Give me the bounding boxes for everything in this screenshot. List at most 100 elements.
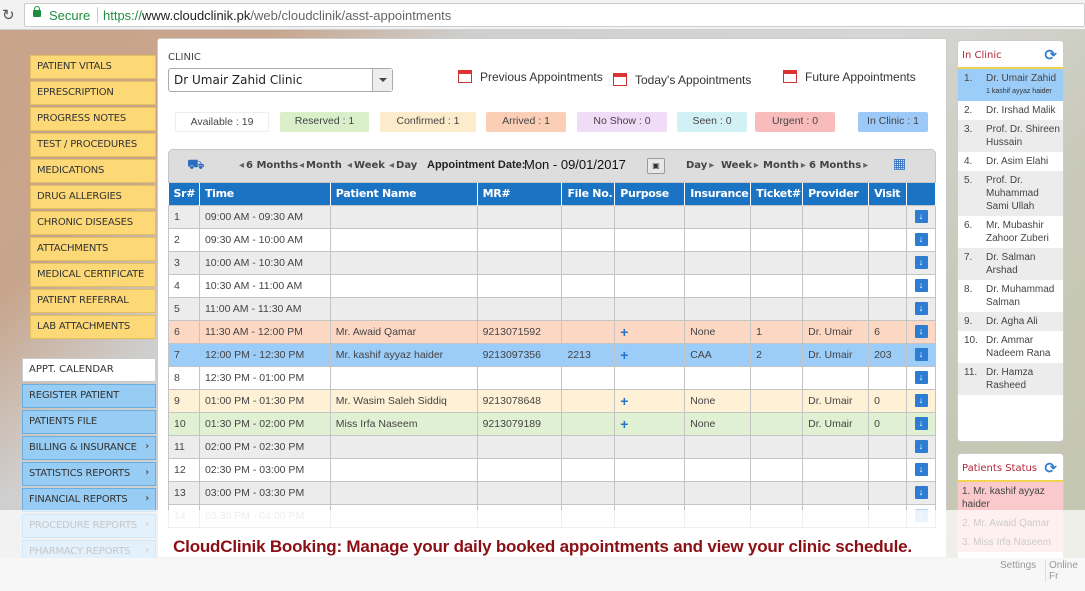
nav-item[interactable]: CHRONIC DISEASES — [30, 211, 156, 235]
row-menu-icon[interactable]: ↓ — [914, 371, 928, 384]
table-row[interactable]: 13 03:00 PM - 03:30 PM ↓ — [168, 480, 936, 505]
nav-item[interactable]: PATIENTS FILE — [22, 410, 156, 434]
date-picker-button[interactable]: ▣ — [647, 158, 665, 174]
table-row[interactable]: 12 02:30 PM - 03:00 PM ↓ — [168, 457, 936, 482]
in-clinic-item[interactable]: 8. Dr. Muhammad Salman — [958, 280, 1063, 312]
row-menu-icon[interactable]: ↓ — [914, 302, 928, 315]
table-row[interactable]: 5 11:00 AM - 11:30 AM ↓ — [168, 296, 936, 321]
nav-item[interactable]: REGISTER PATIENT — [22, 384, 156, 408]
cell-file — [561, 250, 616, 275]
cell-file — [561, 411, 616, 436]
nav-item[interactable]: FINANCIAL REPORTS › — [22, 488, 156, 512]
status-badge[interactable]: Confirmed : 1 — [380, 112, 476, 132]
table-row[interactable]: 8 12:30 PM - 01:00 PM ↓ — [168, 365, 936, 390]
in-clinic-item[interactable]: 2. Dr. Irshad Malik — [958, 101, 1063, 120]
reload-icon[interactable]: ↻ — [2, 6, 15, 24]
column-header: MR# — [477, 183, 563, 205]
row-menu-icon[interactable]: ↓ — [914, 440, 928, 453]
nav-fwd-week[interactable]: Week — [719, 160, 759, 171]
nav-back-day[interactable]: Day — [389, 160, 417, 171]
cell-mr — [476, 273, 563, 298]
item-number: 7. — [964, 252, 973, 263]
add-purpose-icon[interactable]: + — [620, 324, 628, 340]
in-clinic-item[interactable]: 9. Dr. Agha Ali — [958, 312, 1063, 331]
future-appointments-link[interactable]: Future Appointments — [783, 70, 916, 84]
status-badge[interactable]: Seen : 0 — [677, 112, 747, 132]
table-row[interactable]: 6 11:30 AM - 12:00 PM Mr. Awaid Qamar 92130… — [168, 319, 936, 344]
nav-item[interactable]: LAB ATTACHMENTS — [30, 315, 156, 339]
previous-appointments-link[interactable]: Previous Appointments — [458, 70, 603, 84]
table-row[interactable]: 4 10:30 AM - 11:00 AM ↓ — [168, 273, 936, 298]
url-input[interactable]: Secure https://www.cloudclinik.pk/web/cl… — [24, 3, 1085, 27]
nav-fwd-day[interactable]: Day — [684, 160, 714, 171]
table-row[interactable]: 2 09:30 AM - 10:00 AM ↓ — [168, 227, 936, 252]
in-clinic-item[interactable]: 5. Prof. Dr. Muhammad Sami Ullah — [958, 171, 1063, 216]
nav-item[interactable]: MEDICAL CERTIFICATE — [30, 263, 156, 287]
cell-sr: 1 — [168, 204, 200, 229]
nav-item[interactable]: PROGRESS NOTES — [30, 107, 156, 131]
cell-mr: 9213079189 — [476, 411, 563, 436]
nav-back-week[interactable]: Week — [347, 160, 385, 171]
status-badge[interactable]: Reserved : 1 — [280, 112, 369, 132]
row-menu-icon[interactable]: ↓ — [914, 325, 928, 338]
table-row[interactable]: 9 01:00 PM - 01:30 PM Mr. Wasim Saleh Sidd… — [168, 388, 936, 413]
settings-link[interactable]: Settings — [1000, 560, 1036, 571]
status-badge[interactable]: Available : 19 — [175, 112, 269, 132]
add-purpose-icon[interactable]: + — [620, 393, 628, 409]
status-badge[interactable]: No Show : 0 — [577, 112, 667, 132]
column-header: Patient Name — [330, 183, 478, 205]
nav-item[interactable]: EPRESCRIPTION — [30, 81, 156, 105]
table-row[interactable]: 11 02:00 PM - 02:30 PM ↓ — [168, 434, 936, 459]
row-menu-icon[interactable]: ↓ — [914, 394, 928, 407]
nav-item[interactable]: BILLING & INSURANCE › — [22, 436, 156, 460]
nav-item[interactable]: MEDICATIONS — [30, 159, 156, 183]
row-menu-icon[interactable]: ↓ — [914, 210, 928, 223]
status-badge[interactable]: Arrived : 1 — [486, 112, 566, 132]
in-clinic-item[interactable]: 6. Mr. Mubashir Zahoor Zuberi — [958, 216, 1063, 248]
in-clinic-item[interactable]: 4. Dr. Asim Elahi — [958, 152, 1063, 171]
in-clinic-item[interactable]: 1. Dr. Umair Zahid 1 kashif ayyaz haider — [958, 69, 1063, 101]
cell-action: ↓ — [906, 365, 936, 390]
nav-item[interactable]: PATIENT VITALS — [30, 55, 156, 79]
row-menu-icon[interactable]: ↓ — [914, 279, 928, 292]
nav-back-6-months[interactable]: 6 Months — [239, 160, 298, 171]
add-purpose-icon[interactable]: + — [620, 416, 628, 432]
refresh-icon[interactable]: ⟳ — [1044, 46, 1057, 64]
row-menu-icon[interactable]: ↓ — [914, 233, 928, 246]
table-row[interactable]: 1 09:00 AM - 09:30 AM ↓ — [168, 204, 936, 229]
add-purpose-icon[interactable]: + — [620, 347, 628, 363]
in-clinic-item[interactable]: 10. Dr. Ammar Nadeem Rana — [958, 331, 1063, 363]
table-row[interactable]: 10 01:30 PM - 02:00 PM Miss Irfa Naseem 921… — [168, 411, 936, 436]
row-menu-icon[interactable]: ↓ — [914, 417, 928, 430]
status-badge[interactable]: In Clinic : 1 — [858, 112, 928, 132]
online-link[interactable]: Online Fr — [1045, 560, 1085, 582]
chevron-down-icon[interactable] — [372, 69, 392, 91]
in-clinic-item[interactable]: 3. Prof. Dr. Shireen Hussain — [958, 120, 1063, 152]
row-menu-icon[interactable]: ↓ — [914, 486, 928, 499]
table-row[interactable]: 3 10:00 AM - 10:30 AM ↓ — [168, 250, 936, 275]
row-menu-icon[interactable]: ↓ — [914, 256, 928, 269]
in-clinic-item[interactable]: 7. Dr. Salman Arshad — [958, 248, 1063, 280]
nav-fwd-6-months[interactable]: 6 Months — [807, 160, 868, 171]
nav-item[interactable]: STATISTICS REPORTS › — [22, 462, 156, 486]
in-clinic-item[interactable]: 11. Dr. Hamza Rasheed — [958, 363, 1063, 395]
refresh-icon[interactable]: ⟳ — [1044, 459, 1057, 477]
clinic-select[interactable]: Dr Umair Zahid Clinic — [168, 68, 393, 92]
cell-time: 12:30 PM - 01:00 PM — [198, 365, 331, 390]
nav-item[interactable]: TEST / PROCEDURES — [30, 133, 156, 157]
nav-item[interactable]: ATTACHMENTS — [30, 237, 156, 261]
row-menu-icon[interactable]: ↓ — [914, 463, 928, 476]
print-schedule-icon[interactable]: ⛟ — [187, 157, 205, 175]
table-row[interactable]: 7 12:00 PM - 12:30 PM Mr. kashif ayyaz hai… — [168, 342, 936, 367]
cell-mr — [476, 434, 563, 459]
todays-appointments-link[interactable]: Today's Appointments — [613, 73, 751, 87]
nav-back-month[interactable]: Month — [299, 160, 342, 171]
nav-fwd-month[interactable]: Month — [761, 160, 806, 171]
cell-ticket — [750, 411, 804, 436]
calendar-view-icon[interactable]: ▦ — [893, 156, 906, 172]
row-menu-icon[interactable]: ↓ — [914, 348, 928, 361]
nav-item[interactable]: DRUG ALLERGIES — [30, 185, 156, 209]
nav-item[interactable]: PATIENT REFERRAL — [30, 289, 156, 313]
status-badge[interactable]: Urgent : 0 — [755, 112, 835, 132]
nav-appt-calendar[interactable]: APPT. CALENDAR — [22, 358, 156, 382]
